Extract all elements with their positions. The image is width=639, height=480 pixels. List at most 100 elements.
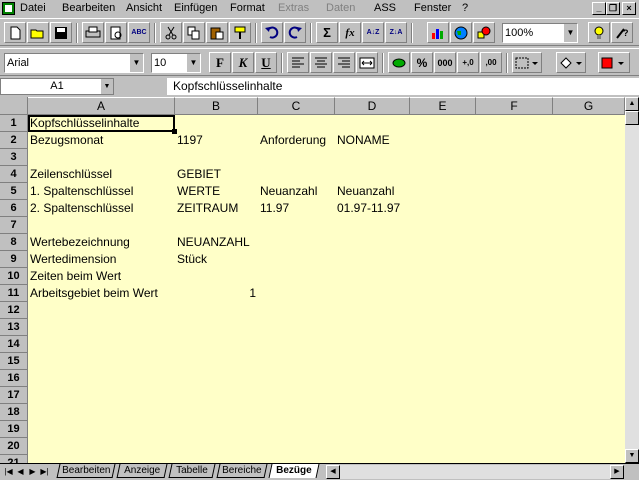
tab-bezuege[interactable]: Bezüge [268, 464, 320, 478]
cell-d2[interactable]: NONAME [335, 132, 390, 149]
cell-b2[interactable]: 1197 [175, 132, 203, 149]
italic-button[interactable]: K [232, 52, 254, 73]
chevron-down-icon[interactable]: ▼ [129, 54, 143, 72]
function-wizard-icon[interactable]: fx [339, 22, 361, 43]
help-icon[interactable]: ? [611, 22, 633, 43]
copy-icon[interactable] [183, 22, 205, 43]
row-header-1[interactable]: 1 [0, 115, 28, 132]
scroll-down-icon[interactable]: ▼ [625, 449, 639, 463]
scroll-left-icon[interactable]: ◀ [326, 465, 340, 479]
row-header-21[interactable]: 21 [0, 455, 28, 463]
app-icon[interactable] [2, 2, 15, 15]
zoom-select[interactable]: 100% ▼ [502, 23, 578, 43]
font-color-icon[interactable] [598, 52, 630, 73]
last-sheet-icon[interactable]: ▶| [39, 465, 50, 478]
row-header-12[interactable]: 12 [0, 302, 28, 319]
row-header-20[interactable]: 20 [0, 438, 28, 455]
save-icon[interactable] [50, 22, 72, 43]
formula-input[interactable]: Kopfschlüsselinhalte [167, 78, 639, 95]
cell-d6[interactable]: 01.97-11.97 [335, 200, 400, 217]
cell-b6[interactable]: ZEITRAUM [175, 200, 238, 217]
column-header-d[interactable]: D [335, 97, 410, 115]
menu-extras[interactable]: Extras [278, 2, 309, 14]
row-header-17[interactable]: 17 [0, 387, 28, 404]
spellcheck-icon[interactable]: ABC [128, 22, 150, 43]
row-header-13[interactable]: 13 [0, 319, 28, 336]
menu-bearbeiten[interactable]: Bearbeiten [62, 2, 115, 14]
menu-help[interactable]: ? [462, 2, 468, 14]
menu-einfuegen[interactable]: Einfügen [174, 2, 217, 14]
new-icon[interactable] [4, 22, 26, 43]
cell-b9[interactable]: Stück [175, 251, 207, 268]
cell-c5[interactable]: Neuanzahl [258, 183, 317, 200]
menu-ansicht[interactable]: Ansicht [126, 2, 162, 14]
cell-a8[interactable]: Wertebezeichnung [28, 234, 130, 251]
cut-icon[interactable] [160, 22, 182, 43]
underline-button[interactable]: U [255, 52, 277, 73]
active-cell-cursor[interactable] [28, 115, 177, 134]
fill-color-icon[interactable] [556, 52, 586, 73]
tab-anzeige[interactable]: Anzeige [116, 464, 168, 478]
tip-wizard-icon[interactable] [588, 22, 610, 43]
borders-icon[interactable] [512, 52, 542, 73]
column-header-b[interactable]: B [175, 97, 258, 115]
align-right-icon[interactable] [333, 52, 355, 73]
autosum-icon[interactable]: Σ [316, 22, 338, 43]
align-left-icon[interactable] [287, 52, 309, 73]
row-header-7[interactable]: 7 [0, 217, 28, 234]
tab-tabelle[interactable]: Tabelle [168, 464, 216, 478]
row-header-8[interactable]: 8 [0, 234, 28, 251]
chevron-down-icon[interactable]: ▼ [186, 54, 200, 72]
scroll-right-icon[interactable]: ▶ [610, 465, 624, 479]
cell-b11[interactable]: 1 [175, 285, 258, 302]
cell-b8[interactable]: NEUANZAHL [175, 234, 250, 251]
cell-a9[interactable]: Wertedimension [28, 251, 116, 268]
align-center-icon[interactable] [310, 52, 332, 73]
column-header-a[interactable]: A [28, 97, 175, 115]
merge-center-icon[interactable] [356, 52, 378, 73]
font-size-select[interactable]: 10 ▼ [151, 53, 201, 73]
cell-a5[interactable]: 1. Spaltenschlüssel [28, 183, 133, 200]
row-header-14[interactable]: 14 [0, 336, 28, 353]
row-header-5[interactable]: 5 [0, 183, 28, 200]
cell-a6[interactable]: 2. Spaltenschlüssel [28, 200, 133, 217]
sort-ascending-icon[interactable]: A↓Z [362, 22, 384, 43]
menu-fenster[interactable]: Fenster [414, 2, 451, 14]
decrease-decimal-button[interactable]: ,00 [480, 52, 502, 73]
column-header-f[interactable]: F [476, 97, 553, 115]
tab-bereiche[interactable]: Bereiche [216, 464, 268, 478]
minimize-button[interactable]: _ [592, 2, 606, 15]
row-header-3[interactable]: 3 [0, 149, 28, 166]
row-header-9[interactable]: 9 [0, 251, 28, 268]
redo-icon[interactable] [284, 22, 306, 43]
open-icon[interactable] [27, 22, 49, 43]
row-header-15[interactable]: 15 [0, 353, 28, 370]
cell-b4[interactable]: GEBIET [175, 166, 221, 183]
name-box[interactable]: A1 ▼ [0, 78, 114, 95]
close-button[interactable]: × [622, 2, 636, 15]
cell-c2[interactable]: Anforderung [258, 132, 326, 149]
cell-d5[interactable]: Neuanzahl [335, 183, 394, 200]
row-header-6[interactable]: 6 [0, 200, 28, 217]
drawing-icon[interactable] [473, 22, 495, 43]
column-header-c[interactable]: C [258, 97, 335, 115]
row-header-4[interactable]: 4 [0, 166, 28, 183]
row-header-19[interactable]: 19 [0, 421, 28, 438]
font-select[interactable]: Arial ▼ [4, 53, 144, 73]
format-painter-icon[interactable] [229, 22, 251, 43]
prev-sheet-icon[interactable]: ◀ [15, 465, 26, 478]
horizontal-scrollbar[interactable]: ◀ ▶ [326, 465, 624, 479]
row-header-2[interactable]: 2 [0, 132, 28, 149]
chevron-down-icon[interactable]: ▼ [101, 79, 113, 94]
cell-a10[interactable]: Zeiten beim Wert [28, 268, 121, 285]
tab-bearbeiten[interactable]: Bearbeiten [56, 464, 116, 478]
paste-icon[interactable] [206, 22, 228, 43]
bold-button[interactable]: F [209, 52, 231, 73]
first-sheet-icon[interactable]: |◀ [3, 465, 14, 478]
column-header-e[interactable]: E [410, 97, 476, 115]
row-header-11[interactable]: 11 [0, 285, 28, 302]
scroll-up-icon[interactable]: ▲ [625, 97, 639, 111]
cell-a4[interactable]: Zeilenschlüssel [28, 166, 112, 183]
chevron-down-icon[interactable]: ▼ [563, 24, 577, 42]
vertical-scrollbar[interactable]: ▲ ▼ [625, 97, 639, 463]
